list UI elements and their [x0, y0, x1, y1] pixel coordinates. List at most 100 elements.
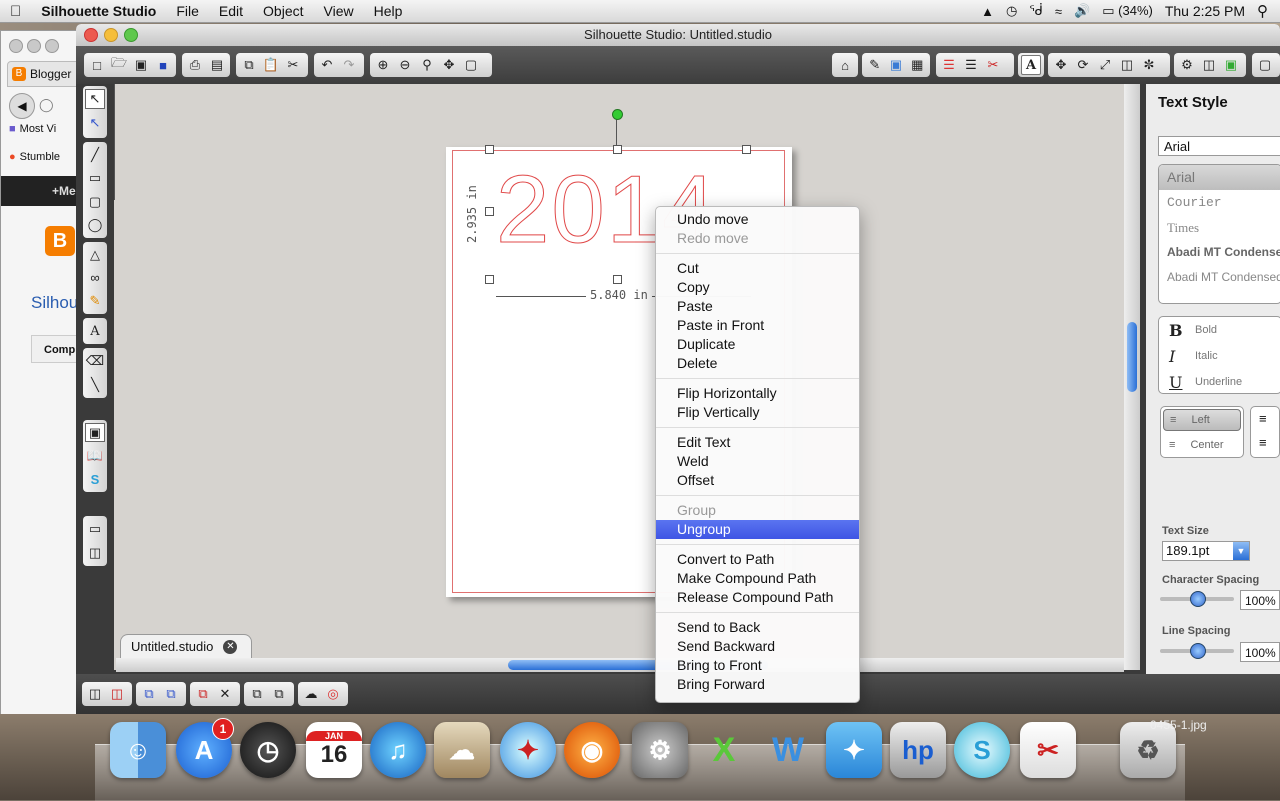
battery-indicator[interactable]: ▭ (34%)	[1102, 3, 1153, 19]
word-icon[interactable]: W	[760, 722, 816, 778]
finder-icon[interactable]: ☺	[110, 722, 166, 778]
send-to-cutter-icon[interactable]: ▤	[207, 55, 227, 75]
cut-scissors-icon[interactable]: ✂	[283, 55, 303, 75]
menu-item-bring-forward[interactable]: Bring Forward	[656, 675, 859, 694]
align-icon[interactable]: ◫	[1117, 55, 1137, 75]
document-tab[interactable]: Untitled.studio ✕	[120, 634, 252, 658]
menu-item-undo-move[interactable]: Undo move	[656, 210, 859, 229]
font-item-times[interactable]: Times	[1159, 215, 1280, 240]
pan-icon[interactable]: ✥	[439, 55, 459, 75]
vertical-scrollbar[interactable]	[1124, 84, 1140, 670]
hp-printer-icon[interactable]: hp	[890, 722, 946, 778]
zoom-select-icon[interactable]: ⚲	[417, 55, 437, 75]
edit-points-icon[interactable]: ↖	[85, 113, 105, 133]
resize-handle-top-left[interactable]	[485, 145, 494, 154]
font-item-abadi-condensed[interactable]: Abadi MT Condense	[1159, 240, 1280, 265]
scale-icon[interactable]: ⤢	[1095, 55, 1115, 75]
menu-item-duplicate[interactable]: Duplicate	[656, 335, 859, 354]
save-3d-icon[interactable]: ■	[153, 55, 173, 75]
page-settings-icon[interactable]: ◫	[1199, 55, 1219, 75]
menu-item-flip-horizontally[interactable]: Flip Horizontally	[656, 384, 859, 403]
menu-item-weld[interactable]: Weld	[656, 452, 859, 471]
zoom-in-icon[interactable]: ⊕	[373, 55, 393, 75]
menu-item-cut[interactable]: Cut	[656, 259, 859, 278]
bookmark-most-visited[interactable]: ■ Most Vi	[9, 123, 56, 135]
character-spacing-slider[interactable]	[1160, 591, 1234, 607]
bluetooth-icon[interactable]: ᖂ	[1029, 3, 1043, 19]
firefox-icon[interactable]: ◉	[564, 722, 620, 778]
font-search-input[interactable]: Arial	[1158, 136, 1280, 156]
duplicate-icon[interactable]: ⧉	[193, 684, 213, 704]
bring-to-front-icon[interactable]: ⧉	[269, 684, 289, 704]
move-icon[interactable]: ✥	[1051, 55, 1071, 75]
curve-tool-icon[interactable]: ∞	[85, 268, 105, 287]
menu-item-send-backward[interactable]: Send Backward	[656, 637, 859, 656]
resize-handle-top[interactable]	[613, 145, 622, 154]
system-preferences-icon[interactable]: ⚙	[632, 722, 688, 778]
time-machine-icon[interactable]: ◷	[1006, 3, 1017, 19]
open-folder-icon[interactable]: 🗁	[109, 55, 129, 75]
minimize-window-icon[interactable]	[104, 28, 118, 42]
line-color-icon[interactable]: ☰	[939, 55, 959, 75]
rotate-icon[interactable]: ⟳	[1073, 55, 1093, 75]
group-icon[interactable]: ◫	[85, 684, 105, 704]
rectangle-tool-icon[interactable]: ▭	[85, 169, 105, 189]
line-spacing-slider[interactable]	[1160, 643, 1234, 659]
menu-item-flip-vertically[interactable]: Flip Vertically	[656, 403, 859, 422]
freehand-tool-icon[interactable]: ✎	[85, 292, 105, 311]
select-arrow-icon[interactable]: ↖	[85, 89, 105, 109]
design-canvas[interactable]: 2014 2.935 in 5.840 in	[114, 84, 1124, 670]
rounded-rectangle-tool-icon[interactable]: ▢	[85, 192, 105, 212]
align-right-icon[interactable]: ≡	[1259, 411, 1267, 426]
make-compound-icon[interactable]: ⧉	[139, 684, 159, 704]
replicate-icon[interactable]: ✼	[1139, 55, 1159, 75]
cut-style-icon[interactable]: ✂	[983, 55, 1003, 75]
copy-icon[interactable]: ⧉	[239, 55, 259, 75]
menu-item-edit-text[interactable]: Edit Text	[656, 433, 859, 452]
close-tab-icon[interactable]: ✕	[223, 639, 238, 654]
menu-item-ungroup[interactable]: Ungroup	[656, 520, 859, 539]
menu-item-bring-to-front[interactable]: Bring to Front	[656, 656, 859, 675]
dashboard-icon[interactable]: ◷	[240, 722, 296, 778]
close-light-icon[interactable]	[9, 39, 23, 53]
align-left-button[interactable]: ≡ Left	[1163, 409, 1241, 431]
menu-view[interactable]: View	[314, 3, 364, 19]
iphoto-icon[interactable]: ☁	[434, 722, 490, 778]
print-icon[interactable]: ⎙	[185, 55, 205, 75]
align-justify-icon[interactable]: ≡	[1259, 435, 1267, 450]
menu-item-offset[interactable]: Offset	[656, 471, 859, 490]
undo-icon[interactable]: ↶	[317, 55, 337, 75]
character-spacing-knob[interactable]	[1190, 591, 1206, 607]
font-item-courier[interactable]: Courier	[1159, 190, 1280, 215]
silhouette-store-icon[interactable]: S	[85, 470, 105, 489]
gradient-icon[interactable]: ▣	[886, 55, 905, 75]
drive-icon[interactable]: ▲	[981, 4, 994, 19]
resize-handle-left[interactable]	[485, 207, 494, 216]
color-panel-icon[interactable]: ▣	[1221, 55, 1241, 75]
ungroup-icon[interactable]: ◫	[107, 684, 127, 704]
text-tool-icon[interactable]: A	[85, 321, 105, 341]
registration-icon[interactable]: ◎	[323, 684, 343, 704]
zoom-light-icon[interactable]	[45, 39, 59, 53]
single-view-icon[interactable]: ▭	[85, 519, 105, 539]
rotate-handle[interactable]	[612, 109, 623, 120]
menu-item-delete[interactable]: Delete	[656, 354, 859, 373]
excel-icon[interactable]: X	[696, 722, 752, 778]
text-size-dropdown-icon[interactable]: ▼	[1233, 542, 1249, 560]
shield-icon[interactable]: ◯	[39, 97, 54, 113]
clock[interactable]: Thu 2:25 PM	[1165, 3, 1245, 19]
trace-icon[interactable]: ☁	[301, 684, 321, 704]
align-center-button[interactable]: ≡ Center	[1163, 435, 1241, 455]
line-spacing-input[interactable]: 100%	[1240, 642, 1280, 662]
send-to-back-icon[interactable]: ⧉	[247, 684, 267, 704]
menu-item-copy[interactable]: Copy	[656, 278, 859, 297]
cut-settings-icon[interactable]: ▢	[1255, 55, 1275, 75]
wifi-icon[interactable]: ≈	[1055, 4, 1062, 19]
spotlight-search-icon[interactable]: ⚲	[1257, 2, 1268, 20]
library-icon[interactable]: ⚙	[1177, 55, 1197, 75]
polygon-tool-icon[interactable]: △	[85, 245, 105, 264]
back-icon[interactable]: ◀	[9, 93, 35, 119]
safari-icon[interactable]: ✦	[500, 722, 556, 778]
itunes-icon[interactable]: ♫	[370, 722, 426, 778]
menu-item-paste-in-front[interactable]: Paste in Front	[656, 316, 859, 335]
